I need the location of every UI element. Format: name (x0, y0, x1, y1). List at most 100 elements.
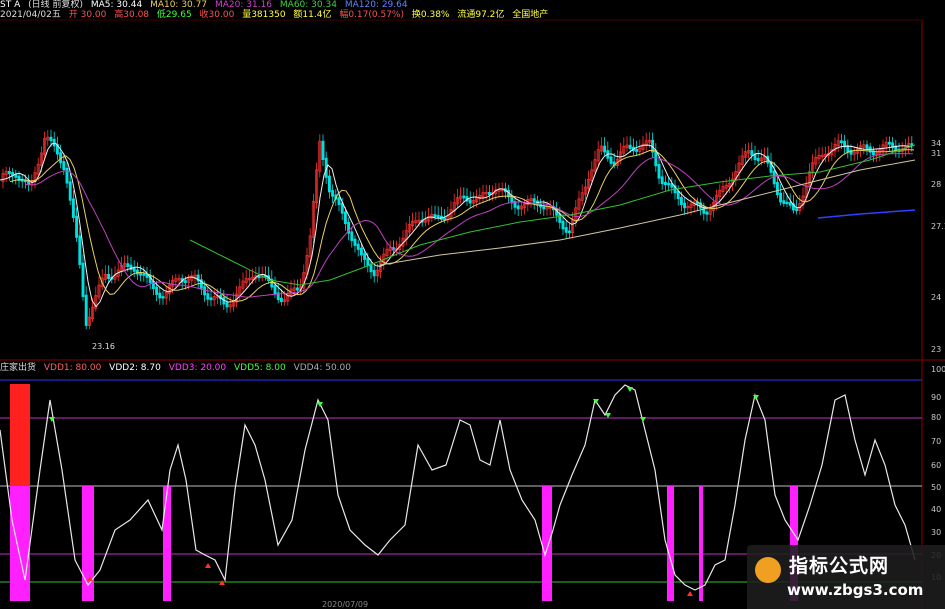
candle-body (628, 144, 632, 149)
main-axis-label: 28 (931, 180, 941, 189)
candle-body (443, 217, 447, 221)
candle-body (795, 208, 799, 212)
candle-body (126, 263, 130, 267)
candle-body (350, 231, 354, 241)
candle-body (372, 270, 376, 277)
candle-body (788, 201, 792, 206)
candle-body (183, 280, 187, 283)
magenta-signal-bar (10, 486, 30, 601)
sell-arrow-icon (317, 402, 323, 407)
candle-body (660, 176, 664, 185)
candle-body (343, 211, 347, 225)
indicator-param-2: VDD2: 8.70 (109, 363, 161, 373)
candle-body (161, 296, 165, 299)
candle-body (468, 199, 472, 204)
candle-body (532, 198, 536, 203)
candle-body (279, 297, 283, 303)
candle-body (775, 182, 779, 196)
candle-body (132, 267, 136, 272)
sell-arrow-icon (640, 417, 646, 422)
stock-chart-canvas[interactable]: 34312827.12423100908070605040302010 (0, 0, 945, 609)
candle-body (295, 287, 299, 291)
candle-body (65, 167, 69, 184)
main-axis-label: 24 (931, 293, 941, 302)
candle-body (81, 262, 85, 297)
candle-body (363, 253, 367, 260)
candle-body (663, 181, 667, 186)
indicator-axis-label: 40 (931, 505, 941, 514)
candle-body (865, 144, 869, 149)
candle-body (107, 273, 111, 279)
candle-body (561, 220, 565, 230)
main-axis-label: 31 (931, 149, 941, 158)
magenta-signal-bar (667, 486, 674, 601)
red-signal-bar (10, 384, 30, 486)
indicator-param-1: VDD1: 80.00 (43, 363, 102, 373)
candle-body (679, 196, 683, 205)
main-axis-label: 23 (931, 345, 941, 354)
candle-body (839, 140, 843, 144)
candle-body (756, 157, 760, 162)
candle-body (433, 214, 437, 218)
watermark-url: www.zbgs3.com (787, 581, 924, 599)
candle-body (209, 297, 213, 301)
candle-body (683, 202, 687, 209)
candle-body (654, 150, 658, 167)
indicator-header: 庄家出货 VDD1: 80.00 VDD2: 8.70 VDD3: 20.00 … (0, 363, 356, 374)
indicator-axis-label: 70 (931, 437, 941, 446)
indicator-name: 庄家出货 (0, 363, 37, 373)
candle-body (321, 140, 325, 160)
bottom-date-label: 2020/07/09 (322, 600, 369, 609)
candle-body (225, 302, 229, 308)
candle-body (750, 150, 754, 156)
candle-body (567, 230, 571, 234)
indicator-axis-label: 60 (931, 461, 941, 470)
candle-body (359, 247, 363, 256)
candle-body (462, 195, 466, 199)
main-axis-label: 34 (931, 139, 941, 148)
candle-body (487, 191, 491, 196)
buy-arrow-icon (687, 591, 693, 596)
candle-body (337, 197, 341, 205)
candle-body (356, 243, 360, 250)
candle-body (75, 215, 79, 238)
candle-body (62, 161, 66, 171)
watermark-title: 指标公式网 (789, 555, 890, 577)
candle-body (353, 238, 357, 246)
candle-body (785, 201, 789, 205)
candle-body (139, 272, 143, 276)
site-logo-icon (755, 557, 781, 583)
candle-body (68, 181, 72, 201)
candle-body (366, 257, 370, 266)
candle-body (609, 156, 613, 164)
magenta-signal-bar (699, 486, 703, 601)
ma10-line (9, 149, 915, 302)
candle-body (705, 211, 709, 215)
candle-body (7, 171, 11, 175)
indicator-axis-label: 80 (931, 413, 941, 422)
low-price-label: 23.16 (92, 342, 115, 351)
candle-body (155, 286, 159, 295)
sell-arrow-icon (627, 387, 633, 392)
candle-body (564, 227, 568, 233)
candle-body (657, 164, 661, 179)
sell-arrow-icon (605, 413, 611, 418)
candle-body (142, 273, 146, 276)
candle-body (635, 148, 639, 152)
magenta-signal-bar (163, 486, 171, 601)
candle-body (516, 205, 520, 210)
watermark: 指标公式网 www.zbgs3.com (747, 545, 945, 609)
indicator-param-4: VDD5: 8.00 (234, 363, 286, 373)
candle-body (52, 138, 56, 147)
candle-body (203, 286, 207, 296)
indicator-axis-label: 50 (931, 483, 941, 492)
indicator-axis-label: 100 (931, 365, 945, 374)
indicator-param-5: VDD4: 50.00 (293, 363, 351, 373)
candle-body (158, 292, 162, 299)
main-axis-label: 27.1 (931, 222, 945, 231)
candle-body (603, 145, 607, 153)
candle-body (779, 192, 783, 203)
candle-body (71, 198, 75, 218)
ma120-line (379, 159, 916, 266)
candle-body (78, 235, 82, 265)
